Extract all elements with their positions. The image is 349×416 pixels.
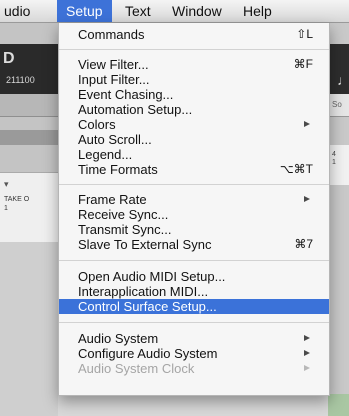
menu-item-transmit-sync[interactable]: Transmit Sync...	[59, 222, 329, 237]
menu-item-label: View Filter...	[78, 57, 149, 72]
timeline-ruler: 4 1	[328, 145, 349, 185]
ruler-marker: 4 1	[332, 151, 336, 166]
menu-item-commands[interactable]: Commands ⇧L	[59, 27, 329, 42]
menu-text[interactable]: Text	[116, 0, 160, 22]
submenu-arrow-icon	[304, 196, 310, 202]
menu-audio[interactable]: udio	[0, 0, 39, 22]
note-icon: ♩	[337, 72, 349, 88]
right-toolbar: So	[328, 94, 349, 117]
menu-setup[interactable]: Setup	[57, 0, 112, 22]
menu-item-open-audio-midi-setup[interactable]: Open Audio MIDI Setup...	[59, 269, 329, 284]
menu-item-label: Frame Rate	[78, 192, 147, 207]
chevron-down-icon[interactable]: ▾	[4, 179, 9, 190]
menu-item-interapplication-midi[interactable]: Interapplication MIDI...	[59, 284, 329, 299]
shortcut-label: ⌥⌘T	[279, 162, 313, 176]
menu-item-audio-system-clock: Audio System Clock	[59, 361, 329, 376]
app-menu-bar: udio Setup Text Window Help	[0, 0, 349, 23]
menu-item-time-formats[interactable]: Time Formats ⌥⌘T	[59, 162, 329, 177]
track-canvas-left	[0, 242, 58, 416]
menu-item-slave-to-external-sync[interactable]: Slave To External Sync ⌘7	[59, 237, 329, 252]
menu-item-label: Input Filter...	[78, 72, 150, 87]
menu-window[interactable]: Window	[163, 0, 231, 22]
menu-item-configure-audio-system[interactable]: Configure Audio System	[59, 346, 329, 361]
menu-item-label: Time Formats	[78, 162, 158, 177]
menu-item-colors[interactable]: Colors	[59, 117, 329, 132]
menu-item-label: Configure Audio System	[78, 346, 218, 361]
menu-item-input-filter[interactable]: Input Filter...	[59, 72, 329, 87]
menu-item-label: Colors	[78, 117, 116, 132]
shortcut-label: ⌘F	[293, 57, 313, 71]
menu-item-label: Audio System Clock	[78, 361, 195, 376]
menu-item-label: Event Chasing...	[78, 87, 174, 102]
menu-item-frame-rate[interactable]: Frame Rate	[59, 192, 329, 207]
menu-separator	[59, 260, 329, 261]
right-toolbar-label: So	[332, 100, 342, 109]
menu-item-label: Interapplication MIDI...	[78, 284, 209, 299]
toolbar-strip-dark	[0, 130, 60, 145]
submenu-arrow-icon	[304, 121, 310, 127]
track-region	[328, 394, 349, 416]
menu-item-label: Slave To External Sync	[78, 237, 212, 252]
menu-item-label: Receive Sync...	[78, 207, 169, 222]
menu-item-control-surface-setup[interactable]: Control Surface Setup...	[59, 299, 329, 314]
setup-menu: Commands ⇧L View Filter... ⌘F Input Filt…	[58, 23, 330, 396]
take-number: 1	[4, 205, 8, 212]
menu-item-receive-sync[interactable]: Receive Sync...	[59, 207, 329, 222]
transport-panel: D 211100	[0, 44, 60, 94]
menu-item-event-chasing[interactable]: Event Chasing...	[59, 87, 329, 102]
submenu-arrow-icon	[304, 335, 310, 341]
menu-item-audio-system[interactable]: Audio System	[59, 331, 329, 346]
menu-item-label: Control Surface Setup...	[78, 299, 217, 314]
menu-item-label: Commands	[78, 27, 145, 42]
menu-item-legend[interactable]: Legend...	[59, 147, 329, 162]
menu-item-auto-scroll[interactable]: Auto Scroll...	[59, 132, 329, 147]
menu-help[interactable]: Help	[234, 0, 281, 22]
submenu-arrow-icon	[304, 365, 310, 371]
submenu-arrow-icon	[304, 350, 310, 356]
menu-item-view-filter[interactable]: View Filter... ⌘F	[59, 57, 329, 72]
transport-label: D	[3, 50, 15, 67]
menu-separator	[59, 322, 329, 323]
menu-item-automation-setup[interactable]: Automation Setup...	[59, 102, 329, 117]
take-label-text: TAKE O	[4, 196, 30, 203]
menu-item-label: Legend...	[78, 147, 133, 162]
shortcut-label: ⇧L	[296, 27, 313, 41]
take-label: TAKE O 1	[4, 195, 29, 213]
track-header: ▾ TAKE O 1	[0, 172, 58, 244]
menu-item-label: Auto Scroll...	[78, 132, 152, 147]
shortcut-label: ⌘7	[294, 237, 313, 251]
menu-item-label: Audio System	[78, 331, 159, 346]
menu-separator	[59, 184, 329, 185]
menu-separator	[59, 49, 329, 50]
transport-counter: 211100	[6, 75, 35, 85]
menu-item-label: Transmit Sync...	[78, 222, 172, 237]
toolbar-strip	[0, 94, 60, 117]
menu-item-label: Open Audio MIDI Setup...	[78, 269, 226, 284]
menu-item-label: Automation Setup...	[78, 102, 193, 117]
